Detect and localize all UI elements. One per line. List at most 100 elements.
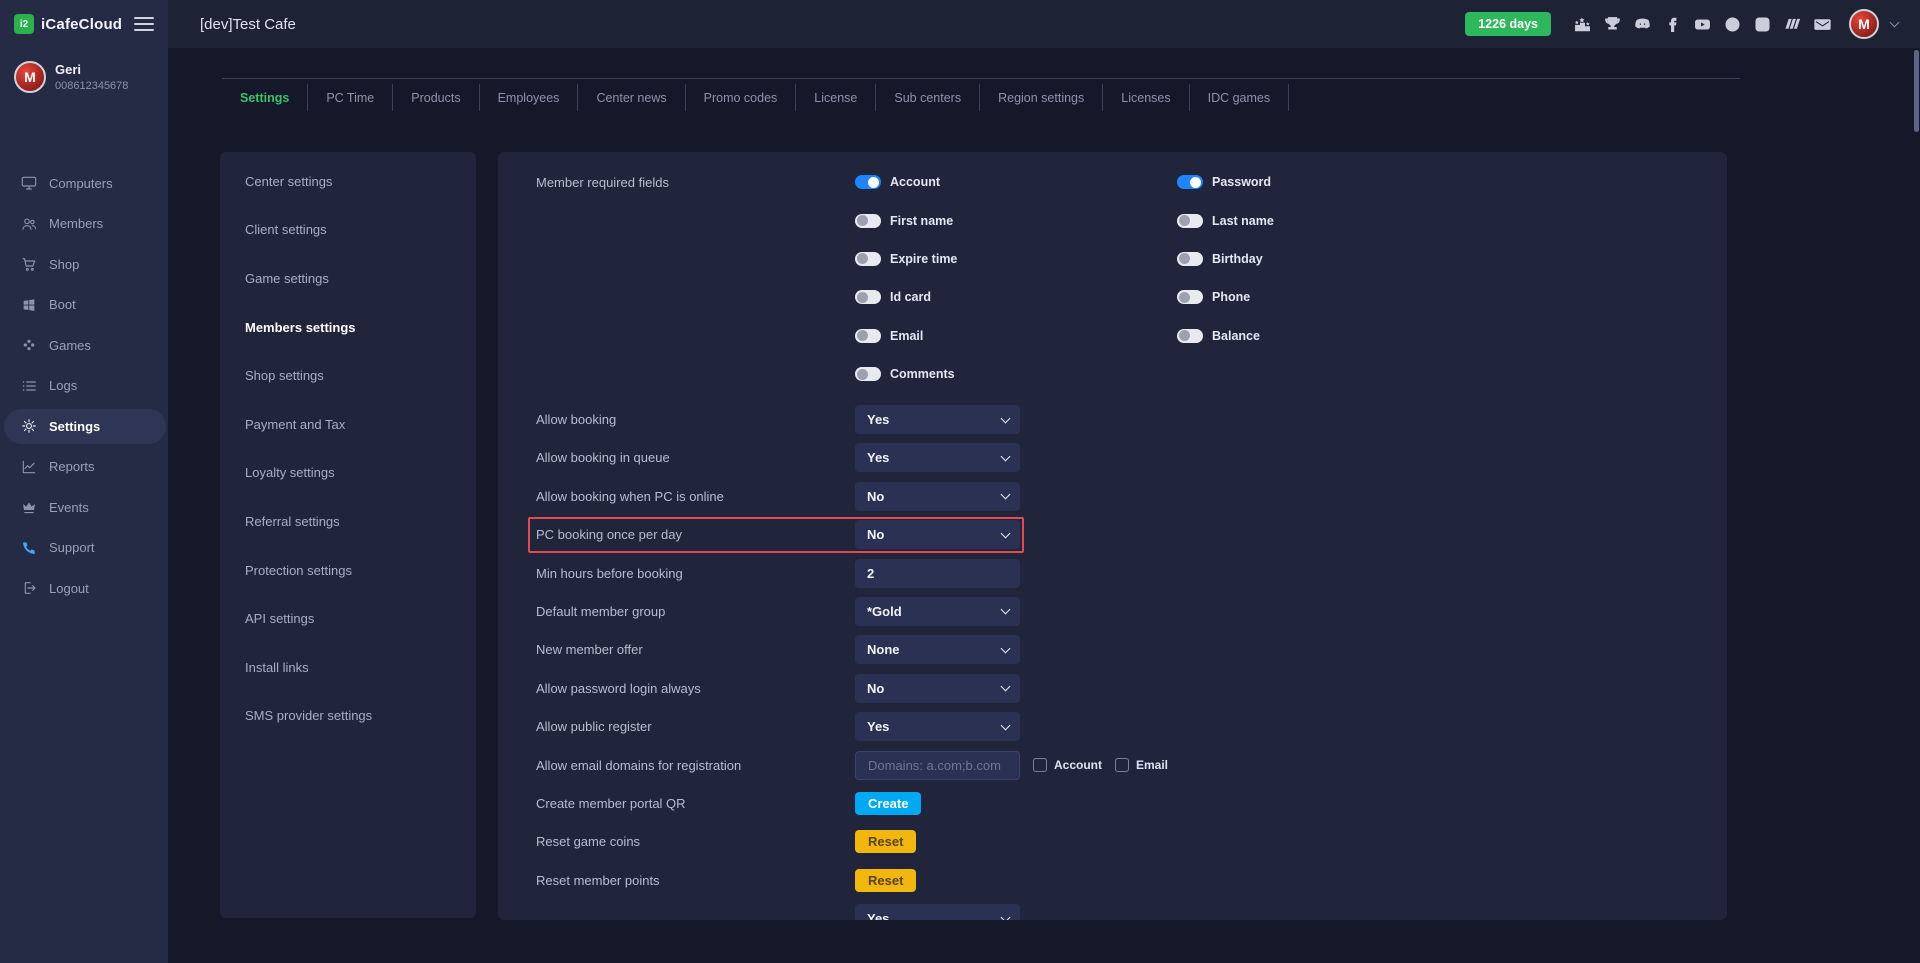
discord-icon[interactable] (1633, 15, 1651, 33)
layers-icon[interactable] (1783, 15, 1801, 33)
tab-products[interactable]: Products (393, 84, 479, 111)
field-label: Allow password login always (536, 681, 855, 696)
account-checkbox[interactable]: Account (1033, 758, 1102, 772)
toggle-label: Last name (1212, 214, 1274, 228)
tab-license[interactable]: License (796, 84, 876, 111)
header-brand-zone: i2 iCafeCloud (0, 0, 168, 48)
field-label: Allow booking when PC is online (536, 489, 855, 504)
form-row: Default member group *Gold (536, 592, 1022, 630)
toggle-last-name[interactable]: Last name (1177, 201, 1499, 239)
toggle-switch[interactable] (855, 329, 881, 343)
toggle-column-right: Password Last name Birthday Phone Balanc… (1177, 163, 1499, 393)
clipped-select[interactable]: Yes (855, 904, 1020, 920)
checkbox-box[interactable] (1033, 758, 1047, 772)
field-label: Min hours before booking (536, 566, 855, 581)
nav-referral-settings[interactable]: Referral settings (220, 497, 476, 546)
toggle-switch[interactable] (855, 214, 881, 228)
email-domains-input[interactable] (855, 751, 1020, 780)
mail-icon[interactable] (1813, 15, 1831, 33)
sidebar-user[interactable]: M Geri 008612345678 (0, 48, 168, 93)
toggle-switch[interactable] (1177, 290, 1203, 304)
sidebar-item-support[interactable]: Support (0, 528, 168, 569)
nav-install-links[interactable]: Install links (220, 643, 476, 692)
facebook-icon[interactable] (1663, 15, 1681, 33)
create-member-portal-qr-button[interactable]: Create (855, 792, 921, 815)
sidebar-item-label: Events (49, 500, 89, 515)
form-row-clipped: Yes (536, 899, 1022, 920)
allow-booking-select[interactable]: Yes (855, 405, 1020, 434)
sidebar-item-computers[interactable]: Computers (0, 163, 168, 204)
sidebar-item-events[interactable]: Events (0, 487, 168, 528)
toggle-switch[interactable] (1177, 214, 1203, 228)
nav-loyalty-settings[interactable]: Loyalty settings (220, 449, 476, 498)
toggle-password[interactable]: Password (1177, 163, 1499, 201)
toggle-switch[interactable] (1177, 175, 1203, 189)
toggle-first-name[interactable]: First name (855, 201, 1177, 239)
user-avatar[interactable]: M (1849, 9, 1879, 39)
tab-idc-games[interactable]: IDC games (1190, 84, 1290, 111)
globe-icon[interactable] (1723, 15, 1741, 33)
nav-protection-settings[interactable]: Protection settings (220, 546, 476, 595)
nav-center-settings[interactable]: Center settings (220, 157, 476, 206)
sidebar-item-reports[interactable]: Reports (0, 447, 168, 488)
nav-api-settings[interactable]: API settings (220, 594, 476, 643)
tab-pc-time[interactable]: PC Time (308, 84, 393, 111)
select-value: Yes (867, 450, 889, 465)
scrollbar-thumb[interactable] (1914, 50, 1919, 132)
toggle-id-card[interactable]: Id card (855, 278, 1177, 316)
tab-region-settings[interactable]: Region settings (980, 84, 1103, 111)
hamburger-menu-icon[interactable] (134, 13, 154, 35)
toggle-switch[interactable] (855, 367, 881, 381)
reset-member-points-button[interactable]: Reset (855, 869, 916, 892)
sidebar-item-logout[interactable]: Logout (0, 568, 168, 609)
tab-sub-centers[interactable]: Sub centers (876, 84, 980, 111)
ranking-icon[interactable] (1573, 15, 1591, 33)
youtube-icon[interactable] (1693, 15, 1711, 33)
toggle-switch[interactable] (855, 252, 881, 266)
toggle-comments[interactable]: Comments (855, 355, 1177, 393)
nav-shop-settings[interactable]: Shop settings (220, 351, 476, 400)
toggle-email[interactable]: Email (855, 317, 1177, 355)
sidebar-item-games[interactable]: Games (0, 325, 168, 366)
email-checkbox[interactable]: Email (1115, 758, 1168, 772)
sidebar-item-settings[interactable]: Settings (0, 406, 168, 447)
toggle-switch[interactable] (1177, 329, 1203, 343)
allow-password-login-select[interactable]: No (855, 674, 1020, 703)
pc-booking-once-per-day-select[interactable]: No (855, 520, 1020, 549)
tab-licenses[interactable]: Licenses (1103, 84, 1189, 111)
icafecloud-icon[interactable] (1753, 15, 1771, 33)
toggle-account[interactable]: Account (855, 163, 1177, 201)
chevron-down-icon[interactable] (1890, 18, 1900, 28)
toggle-birthday[interactable]: Birthday (1177, 240, 1499, 278)
tab-center-news[interactable]: Center news (578, 84, 685, 111)
sidebar-item-logs[interactable]: Logs (0, 366, 168, 407)
toggle-switch[interactable] (1177, 252, 1203, 266)
license-days-badge[interactable]: 1226 days (1465, 12, 1551, 36)
toggle-phone[interactable]: Phone (1177, 278, 1499, 316)
tab-settings[interactable]: Settings (222, 84, 308, 111)
nav-game-settings[interactable]: Game settings (220, 254, 476, 303)
toggle-switch[interactable] (855, 175, 881, 189)
default-member-group-select[interactable]: *Gold (855, 597, 1020, 626)
reset-game-coins-button[interactable]: Reset (855, 830, 916, 853)
nav-payment-and-tax[interactable]: Payment and Tax (220, 400, 476, 449)
allow-booking-pc-online-select[interactable]: No (855, 482, 1020, 511)
sidebar-item-shop[interactable]: Shop (0, 244, 168, 285)
tab-promo-codes[interactable]: Promo codes (686, 84, 797, 111)
toggle-balance[interactable]: Balance (1177, 317, 1499, 355)
trophy-icon[interactable] (1603, 15, 1621, 33)
top-header: i2 iCafeCloud [dev]Test Cafe 1226 days (0, 0, 1920, 48)
toggle-expire-time[interactable]: Expire time (855, 240, 1177, 278)
sidebar-item-boot[interactable]: Boot (0, 285, 168, 326)
new-member-offer-select[interactable]: None (855, 635, 1020, 664)
min-hours-before-booking-input[interactable] (855, 559, 1020, 588)
tab-employees[interactable]: Employees (480, 84, 579, 111)
nav-sms-provider-settings[interactable]: SMS provider settings (220, 692, 476, 741)
checkbox-box[interactable] (1115, 758, 1129, 772)
allow-public-register-select[interactable]: Yes (855, 712, 1020, 741)
sidebar-item-members[interactable]: Members (0, 204, 168, 245)
toggle-switch[interactable] (855, 290, 881, 304)
allow-booking-in-queue-select[interactable]: Yes (855, 443, 1020, 472)
nav-members-settings[interactable]: Members settings (220, 303, 476, 352)
nav-client-settings[interactable]: Client settings (220, 206, 476, 255)
